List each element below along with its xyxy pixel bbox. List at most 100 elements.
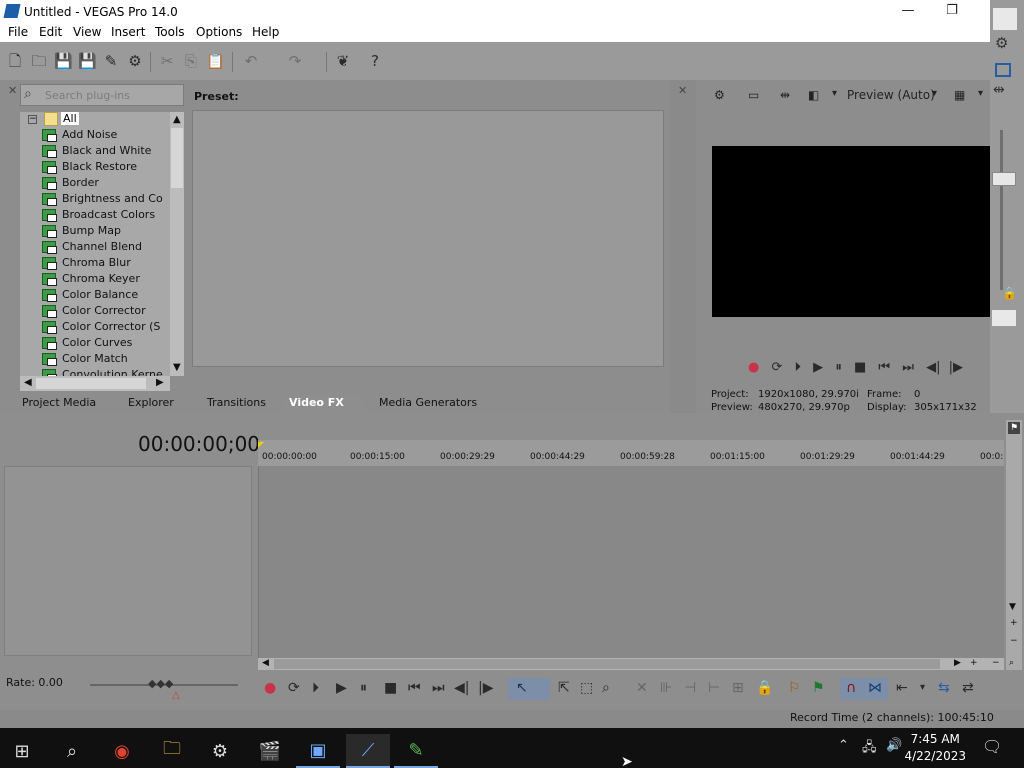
timeline-scroll-thumb[interactable] xyxy=(274,659,940,669)
plugin-tree-vertical-scrollbar[interactable]: ▲ ▼ xyxy=(170,112,184,376)
plugin-item[interactable]: Brightness and Co xyxy=(42,192,163,208)
lock-icon[interactable]: 🔒 xyxy=(1002,286,1017,300)
overlays-icon[interactable]: ◧ xyxy=(808,88,819,102)
render-as-icon[interactable]: ✎ xyxy=(102,52,120,70)
windows-start-icon[interactable]: ⊞ xyxy=(0,734,44,768)
whats-this-help-icon[interactable]: ? xyxy=(366,52,384,70)
scroll-down-icon[interactable]: ▼ xyxy=(173,362,181,373)
trim-end-icon[interactable]: ⊢ xyxy=(708,680,720,696)
master-bus-fx-icon[interactable] xyxy=(995,63,1011,77)
undo-icon[interactable]: ↶ xyxy=(242,52,260,70)
marker-insert-icon[interactable]: ⚐ xyxy=(788,680,801,696)
zoom-out-icon[interactable]: − xyxy=(992,658,1000,668)
plugin-item[interactable]: Black Restore xyxy=(42,160,137,176)
snapping-magnet-icon[interactable]: ∩ xyxy=(846,680,856,696)
lock-envelopes-icon[interactable]: ⇆ xyxy=(938,680,950,696)
scroll-left-icon[interactable]: ◀ xyxy=(262,658,269,668)
external-monitor-icon[interactable]: ▭ xyxy=(748,88,759,102)
plugin-item[interactable]: Chroma Keyer xyxy=(42,272,140,288)
plugin-item[interactable]: Channel Blend xyxy=(42,240,142,256)
record-icon[interactable]: ● xyxy=(264,680,276,696)
plugin-item[interactable]: Convolution Kerne xyxy=(42,368,163,376)
delete-icon[interactable]: ✕ xyxy=(636,680,648,696)
next-frame-icon[interactable]: |▶ xyxy=(949,360,963,375)
ignore-event-grouping-icon[interactable]: ⇄ xyxy=(962,680,974,696)
taskbar-clock[interactable]: 7:45 AM 4/22/2023 xyxy=(904,731,966,765)
menu-tools[interactable]: Tools xyxy=(155,25,185,39)
cut-icon[interactable]: ✂ xyxy=(158,52,176,70)
chevron-down-icon[interactable]: ▾ xyxy=(832,88,837,99)
time-ruler[interactable]: ◤ 00:00:00:00 00:00:15:00 00:00:29:29 00… xyxy=(258,440,1004,466)
scroll-left-icon[interactable]: ◀ xyxy=(24,377,32,388)
stop-icon[interactable]: ■ xyxy=(384,680,397,696)
plugin-item[interactable]: Color Corrector (S xyxy=(42,320,160,336)
chevron-up-icon[interactable]: ⌃ xyxy=(838,738,849,753)
plugin-item[interactable]: Broadcast Colors xyxy=(42,208,155,224)
tree-root-all[interactable]: All xyxy=(61,112,79,125)
split-icon[interactable]: ⊞ xyxy=(732,680,744,696)
grid-icon[interactable]: ▦ xyxy=(954,88,965,102)
tab-video-fx[interactable]: Video FX xyxy=(283,395,363,412)
file-explorer-icon[interactable]: 🗀 xyxy=(150,734,194,768)
normal-edit-tool-icon[interactable] xyxy=(508,678,550,700)
timeline-horizontal-scrollbar[interactable]: ◀ ▶ + − xyxy=(258,658,1004,670)
search-plugins-input[interactable]: ⌕ Search plug-ins xyxy=(20,84,184,106)
trim-start-icon[interactable]: ⊣ xyxy=(684,680,696,696)
scroll-down-icon[interactable]: ▼ xyxy=(1009,602,1016,612)
plugin-item[interactable]: Add Noise xyxy=(42,128,117,144)
menu-edit[interactable]: Edit xyxy=(39,25,62,39)
preset-list[interactable] xyxy=(192,110,664,367)
close-preview-icon[interactable]: ✕ xyxy=(678,84,687,97)
zoom-in-vertical-icon[interactable]: + xyxy=(1010,618,1018,628)
plugin-item[interactable]: Border xyxy=(42,176,99,192)
plugin-item[interactable]: Color Balance xyxy=(42,288,138,304)
open-icon[interactable]: 🗀 xyxy=(30,52,48,70)
play-from-start-icon[interactable]: ⏵ xyxy=(795,360,802,375)
scroll-up-icon[interactable]: ▲ xyxy=(173,114,181,125)
envelope-edit-tool-icon[interactable]: ⇱ xyxy=(558,680,570,696)
settings-gear-icon[interactable]: ⚙ xyxy=(198,734,242,768)
stop-icon[interactable]: ■ xyxy=(854,360,866,375)
menu-view[interactable]: View xyxy=(73,25,101,39)
play-icon[interactable]: ▶ xyxy=(813,360,823,375)
new-project-icon[interactable]: 🗋 xyxy=(6,52,24,70)
plugin-item[interactable]: Color Curves xyxy=(42,336,132,352)
plugin-item[interactable]: Color Match xyxy=(42,352,128,368)
previous-frame-icon[interactable]: ◀| xyxy=(926,360,940,375)
play-from-start-icon[interactable]: ⏵ xyxy=(312,680,319,696)
vegas-pro-taskbar-icon[interactable]: ⟋ xyxy=(346,734,390,768)
loop-icon[interactable]: ⟳ xyxy=(771,360,782,375)
plugin-item[interactable]: Bump Map xyxy=(42,224,121,240)
selection-edit-tool-icon[interactable]: ⬚ xyxy=(580,680,593,696)
clapperboard-icon[interactable]: 🎬 xyxy=(248,734,292,768)
auto-crossfade-icon[interactable]: ⋈ xyxy=(868,680,882,696)
downmix-icon[interactable]: ⇹ xyxy=(993,82,1005,98)
scroll-right-icon[interactable]: ▶ xyxy=(156,377,164,388)
plugin-item[interactable]: Color Corrector xyxy=(42,304,146,320)
plugin-item[interactable]: Black and White xyxy=(42,144,151,160)
plugin-item[interactable]: Chroma Blur xyxy=(42,256,131,272)
volume-icon[interactable]: 🔊 xyxy=(886,738,902,753)
go-to-end-icon[interactable]: ⏭ xyxy=(432,680,445,696)
notifications-icon[interactable]: 🗨 xyxy=(982,737,1002,756)
network-icon[interactable]: 🖧 xyxy=(862,738,877,760)
timeline-vertical-scrollbar[interactable]: ⚑ ▼ + − ⌕ xyxy=(1006,420,1022,670)
master-bus-settings-gear-icon[interactable]: ⚙ xyxy=(995,34,1008,52)
previous-frame-icon[interactable]: ◀| xyxy=(454,680,469,696)
auto-ripple-icon[interactable]: ⇤ xyxy=(896,680,908,696)
notepad-icon[interactable]: ✎ xyxy=(394,734,438,768)
master-volume-fader[interactable] xyxy=(992,172,1016,186)
master-volume-slider[interactable] xyxy=(1000,130,1003,290)
preview-quality-dropdown[interactable]: Preview (Auto) xyxy=(847,88,935,102)
record-icon[interactable]: ● xyxy=(748,360,759,375)
go-to-start-icon[interactable]: ⏮ xyxy=(878,360,890,375)
events-tool-icon[interactable]: ❦ xyxy=(334,52,352,70)
split-screen-icon[interactable]: ⇹ xyxy=(780,88,790,102)
zoom-in-icon[interactable]: + xyxy=(970,658,978,668)
menu-file[interactable]: File xyxy=(8,25,28,39)
scroll-right-icon[interactable]: ▶ xyxy=(954,658,961,668)
film-strip-icon[interactable]: ▣ xyxy=(296,734,340,768)
next-frame-icon[interactable]: |▶ xyxy=(478,680,493,696)
close-panel-icon[interactable]: ✕ xyxy=(8,84,17,97)
plugin-tree-horizontal-scrollbar[interactable]: ◀ ▶ xyxy=(20,376,170,391)
